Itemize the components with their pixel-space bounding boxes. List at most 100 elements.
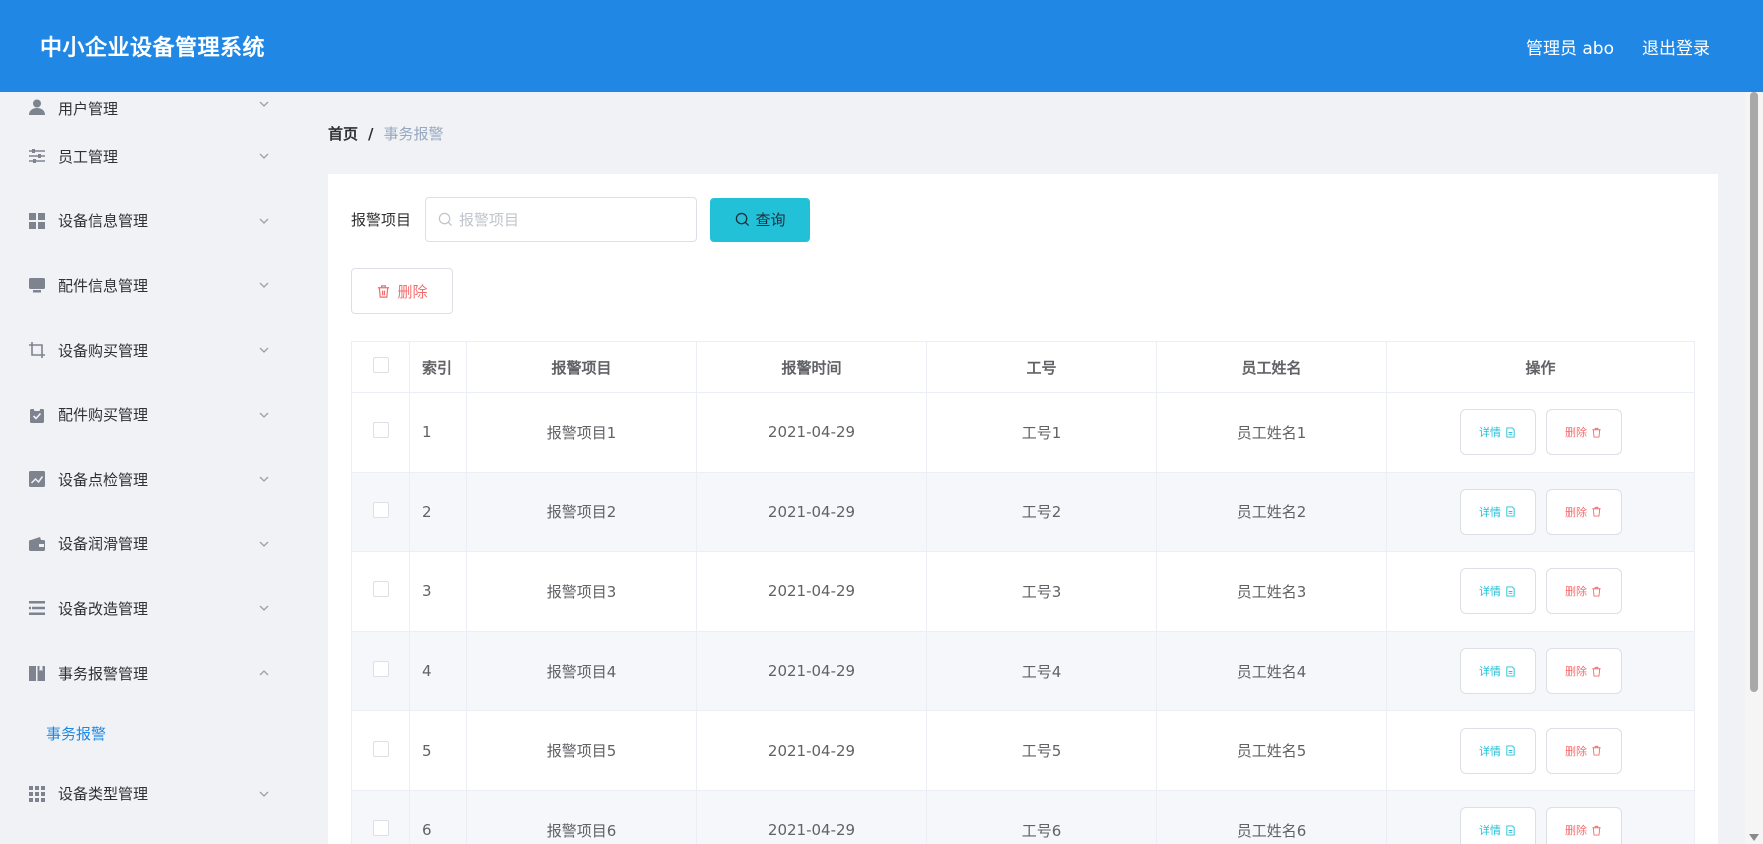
cell-time: 2021-04-29 xyxy=(696,789,927,844)
row-checkbox[interactable] xyxy=(372,501,389,518)
sidebar-item-device-purchase[interactable]: 设备购买管理 xyxy=(0,318,290,383)
sidebar-item-device-inspection[interactable]: 设备点检管理 xyxy=(0,447,290,512)
sidebar-item-parts-info[interactable]: 配件信息管理 xyxy=(0,253,290,318)
cell-time: 2021-04-29 xyxy=(696,471,927,553)
delete-label: 删除 xyxy=(1565,585,1587,599)
sidebar-item-alarm-management[interactable]: 事务报警管理 xyxy=(0,641,290,706)
cell-emp-name: 员工姓名4 xyxy=(1156,630,1387,712)
detail-button[interactable]: 详情 xyxy=(1459,568,1536,615)
table-row: 4 报警项目4 2021-04-29 工号4 员工姓名4 详情 删除 xyxy=(351,630,1695,712)
sidebar-item-label: 设备润滑管理 xyxy=(58,535,149,554)
detail-label: 详情 xyxy=(1479,426,1501,440)
table-row: 6 报警项目6 2021-04-29 工号6 员工姓名6 详情 删除 xyxy=(351,789,1695,844)
sidebar-item-label: 设备信息管理 xyxy=(58,212,149,231)
delete-button[interactable]: 删除 xyxy=(1545,409,1622,456)
row-checkbox-cell xyxy=(351,630,410,712)
book-icon xyxy=(28,664,46,682)
scroll-down-icon[interactable] xyxy=(1749,834,1759,842)
sidebar-item-label: 事务报警管理 xyxy=(58,664,149,683)
cell-item: 报警项目4 xyxy=(466,630,697,712)
row-checkbox[interactable] xyxy=(372,740,389,757)
sidebar-item-device-modification[interactable]: 设备改造管理 xyxy=(0,576,290,641)
sidebar-item-label: 设备类型管理 xyxy=(58,785,149,804)
row-checkbox[interactable] xyxy=(372,820,389,837)
cell-emp-name: 员工姓名5 xyxy=(1156,710,1387,791)
breadcrumb: 首页 / 事务报警 xyxy=(328,123,444,144)
sidebar-item-label: 设备点检管理 xyxy=(58,470,149,489)
chevron-down-icon xyxy=(259,153,269,160)
detail-label: 详情 xyxy=(1479,744,1501,758)
cell-item: 报警项目2 xyxy=(466,471,697,553)
delete-button[interactable]: 删除 xyxy=(1545,488,1622,535)
cell-item: 报警项目6 xyxy=(466,789,697,844)
cell-time: 2021-04-29 xyxy=(696,551,927,632)
top-bar: 中小企业设备管理系统 管理员 abo 退出登录 xyxy=(0,0,1763,92)
cell-actions: 详情 删除 xyxy=(1386,551,1695,632)
delete-button[interactable]: 删除 xyxy=(1545,648,1622,695)
current-user[interactable]: 管理员 abo xyxy=(1526,34,1614,59)
cell-emp-no: 工号1 xyxy=(926,392,1157,473)
document-icon xyxy=(1506,506,1515,517)
query-button[interactable]: 查询 xyxy=(710,197,811,242)
batch-delete-button[interactable]: 删除 xyxy=(351,268,453,314)
trash-icon xyxy=(1592,586,1601,597)
trash-icon xyxy=(1592,746,1601,756)
cell-index: 3 xyxy=(409,551,467,632)
alarm-table: 索引 报警项目 报警时间 工号 员工姓名 操作 1 报警项目1 2021-04-… xyxy=(351,341,1695,844)
apps-icon xyxy=(28,785,46,803)
sidebar-item-label: 配件购买管理 xyxy=(58,406,149,425)
delete-label: 删除 xyxy=(1565,744,1587,758)
row-checkbox[interactable] xyxy=(372,581,389,598)
page-scrollbar[interactable] xyxy=(1745,92,1763,844)
table-row: 3 报警项目3 2021-04-29 工号3 员工姓名3 详情 删除 xyxy=(351,551,1695,632)
select-all-checkbox[interactable] xyxy=(372,357,389,373)
row-checkbox[interactable] xyxy=(372,661,389,678)
sidebar-item-employee-management[interactable]: 员工管理 xyxy=(0,124,290,189)
chevron-down-icon xyxy=(259,476,269,483)
scrollbar-thumb[interactable] xyxy=(1750,92,1758,692)
chart-icon xyxy=(28,470,46,488)
logout-button[interactable]: 退出登录 xyxy=(1642,34,1710,59)
cell-emp-name: 员工姓名3 xyxy=(1156,551,1387,632)
sidebar-item-label: 用户管理 xyxy=(58,100,119,118)
sidebar-item-label: 配件信息管理 xyxy=(58,276,149,295)
cell-emp-name: 员工姓名2 xyxy=(1156,471,1387,553)
column-header-index: 索引 xyxy=(409,341,467,393)
detail-label: 详情 xyxy=(1479,505,1501,519)
monitor-icon xyxy=(28,276,46,294)
cell-emp-no: 工号6 xyxy=(926,789,1157,844)
delete-button[interactable]: 删除 xyxy=(1545,727,1622,774)
row-checkbox[interactable] xyxy=(372,422,389,439)
trash-icon xyxy=(1592,825,1601,836)
detail-button[interactable]: 详情 xyxy=(1459,727,1536,774)
sidebar-item-parts-purchase[interactable]: 配件购买管理 xyxy=(0,382,290,447)
chevron-down-icon xyxy=(259,101,269,107)
content-card: 报警项目 查询 删除 索引 报警项目 报警时间 xyxy=(328,174,1718,844)
sidebar-item-user-management[interactable]: 用户管理 xyxy=(0,92,290,124)
column-header-emp-name: 员工姓名 xyxy=(1156,341,1387,393)
row-checkbox-cell xyxy=(351,551,410,632)
delete-button[interactable]: 删除 xyxy=(1545,568,1622,615)
cell-emp-name: 员工姓名6 xyxy=(1156,789,1387,844)
chevron-down-icon xyxy=(259,541,269,547)
sidebar-item-device-lubrication[interactable]: 设备润滑管理 xyxy=(0,512,290,577)
search-field[interactable] xyxy=(425,197,698,242)
table-row: 1 报警项目1 2021-04-29 工号1 员工姓名1 详情 删除 xyxy=(351,392,1695,473)
detail-button[interactable]: 详情 xyxy=(1459,807,1536,844)
cell-time: 2021-04-29 xyxy=(696,710,927,791)
cell-emp-no: 工号3 xyxy=(926,551,1157,632)
detail-button[interactable]: 详情 xyxy=(1459,488,1536,535)
breadcrumb-home[interactable]: 首页 xyxy=(328,123,358,144)
row-checkbox-cell xyxy=(351,471,410,553)
row-checkbox-cell xyxy=(351,710,410,791)
detail-button[interactable]: 详情 xyxy=(1459,409,1536,456)
document-icon xyxy=(1506,586,1515,597)
detail-button[interactable]: 详情 xyxy=(1459,648,1536,695)
search-input[interactable] xyxy=(459,210,680,229)
sidebar-subitem-alarm[interactable]: 事务报警 xyxy=(0,705,290,761)
sidebar-item-device-type[interactable]: 设备类型管理 xyxy=(0,761,290,826)
sidebar-item-device-info[interactable]: 设备信息管理 xyxy=(0,189,290,254)
delete-label: 删除 xyxy=(1565,665,1587,679)
delete-button[interactable]: 删除 xyxy=(1545,807,1622,844)
cell-index: 2 xyxy=(409,471,467,553)
